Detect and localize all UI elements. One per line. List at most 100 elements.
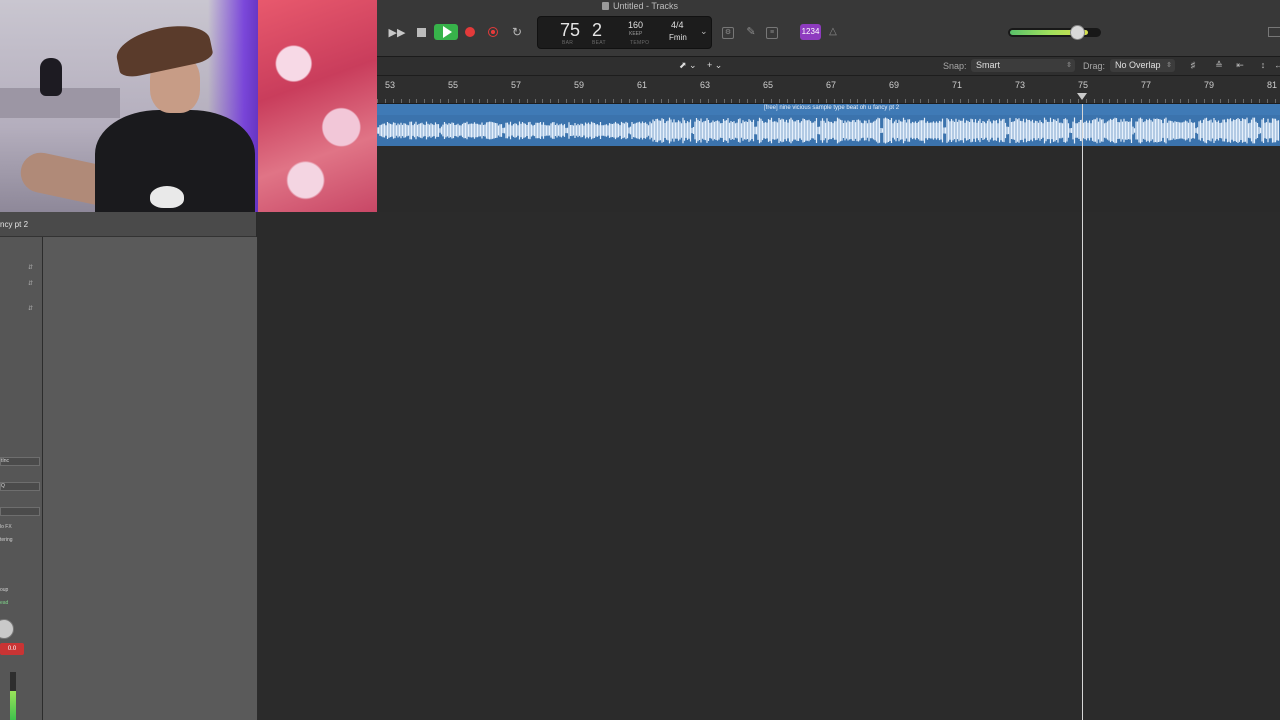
snap-label: Snap: [943,61,967,71]
ruler-bar-label: 67 [826,80,837,90]
browser-panel-icon[interactable] [1268,27,1280,37]
ruler-tick [857,99,859,103]
ruler-tick [652,99,654,103]
ruler-tick [912,99,914,103]
snap-select[interactable]: Smart ⇳ [971,59,1075,72]
drag-select[interactable]: No Overlap ⇳ [1110,59,1175,72]
ruler-tick [455,99,457,103]
ruler-tick [755,99,756,103]
pencil-icon[interactable]: ✎ [744,25,758,39]
insert-slot[interactable] [0,507,40,516]
ruler-tick [392,99,394,103]
fast-forward-button[interactable]: ▶▶ [388,24,406,40]
stepper-icon[interactable]: ⇵ [28,264,33,271]
lcd-time-signature[interactable]: 4/4 [671,20,684,30]
ruler-tick [400,99,402,103]
ruler-tick [904,99,906,103]
ruler-bar-label: 65 [763,80,774,90]
ruler-tick [967,99,969,103]
ruler-tick [1164,99,1166,103]
ruler-tick [888,99,890,103]
plugin-slot[interactable]: tInc [0,457,40,466]
cycle-button[interactable]: ↻ [509,24,525,40]
ruler-tick [944,99,945,103]
ruler-tick [1235,99,1237,103]
lcd-key[interactable]: Fmin [669,33,687,42]
stepper-icon[interactable]: ⇵ [28,280,33,287]
lcd-display[interactable]: 75 2 BAR BEAT 160 KEEP TEMPO 4/4 Fmin ⌄ [537,16,712,49]
ruler-tick [936,99,938,103]
lcd-bar-caption: BAR [562,40,574,46]
volume-readout[interactable]: 0.0 [0,643,24,655]
ruler-tick [1156,99,1158,103]
pointer-tool-icon[interactable]: ⬈ ⌄ [679,60,697,71]
ruler-tick [487,99,489,103]
fit-horizontal-icon[interactable]: ⇤ [1234,60,1246,71]
audio-region[interactable]: [free] nine vicious sample type beat oh … [377,104,1280,146]
ruler-bar-label: 75 [1078,80,1089,90]
webcam-overlay [0,0,377,212]
ruler-tick [518,99,520,103]
ruler-bar-label: 63 [700,80,711,90]
vertical-zoom-icon[interactable]: ↕ [1257,60,1269,71]
list-editor-icon[interactable]: ≡ [766,27,778,39]
webcam-cat [40,58,62,96]
ruler-tick [447,99,449,103]
lcd-keep: KEEP [629,31,643,37]
lcd-tempo[interactable]: 160 [628,20,643,30]
region-title: [free] nine vicious sample type beat oh … [764,105,900,111]
ruler-bar-label: 71 [952,80,963,90]
pan-knob[interactable] [0,619,14,639]
secondary-tool-icon[interactable]: + ⌄ [707,60,722,71]
ruler-tick [1266,99,1268,103]
playhead[interactable] [1082,104,1083,720]
master-volume-knob[interactable] [1070,25,1085,40]
ruler-tick [723,99,725,103]
ruler-tick [920,99,922,103]
ruler-tick [408,99,410,103]
count-in-button[interactable]: 1234 [800,24,821,40]
capture-recording-button[interactable] [486,24,500,40]
fast-forward-icon: ▶▶ [388,26,406,39]
waveform [377,117,1280,144]
timeline-ruler[interactable]: 53 55 57 59 61 63 65 67 69 71 73 75 77 79 81 [377,76,1280,104]
record-button[interactable] [463,24,477,40]
tuner-icon[interactable]: ⚙ [722,27,734,39]
automation-mode-label[interactable]: ead [0,600,8,606]
play-button[interactable] [434,24,458,40]
metering-label: tering [0,537,13,543]
lcd-beat: 2 [592,20,603,40]
drag-label: Drag: [1083,61,1106,71]
ruler-tick [463,99,465,103]
ruler-tick [636,99,638,103]
tracks-area[interactable] [257,212,1280,720]
metronome-icon[interactable]: △ [826,25,840,39]
ruler-bar-label: 73 [1015,80,1026,90]
ruler-tick [1007,99,1008,103]
inspector-header: ncy pt 2 [0,212,256,237]
ruler-tick [1180,99,1182,103]
ruler-tick [731,99,733,103]
waveform-zoom-icon[interactable]: ♯ [1187,60,1199,71]
eq-slot[interactable]: Q [0,482,40,491]
ruler-bar-label: 53 [385,80,396,90]
ruler-tick [550,99,552,103]
select-arrows-icon: ⇳ [1066,62,1072,69]
ruler-tick [1038,99,1040,103]
horizontal-zoom-icon[interactable]: ↔ [1274,60,1280,71]
ruler-tick [991,99,993,103]
ruler-tick [676,99,678,103]
ruler-tick [1133,99,1134,103]
playhead-marker[interactable] [1077,93,1087,100]
eq-slot-label: Q [1,483,5,489]
inspector-secondary-panel [43,237,258,720]
ruler-tick [881,99,882,103]
stop-button[interactable] [413,24,429,40]
lcd-bar: 75 [560,20,581,40]
master-volume-slider[interactable] [1008,25,1101,40]
ruler-tick [841,99,843,103]
fit-vertical-icon[interactable]: ≙ [1213,60,1225,71]
stepper-icon[interactable]: ⇵ [28,305,33,312]
chevron-down-icon[interactable]: ⌄ [700,26,708,37]
ruler-tick [621,99,623,103]
